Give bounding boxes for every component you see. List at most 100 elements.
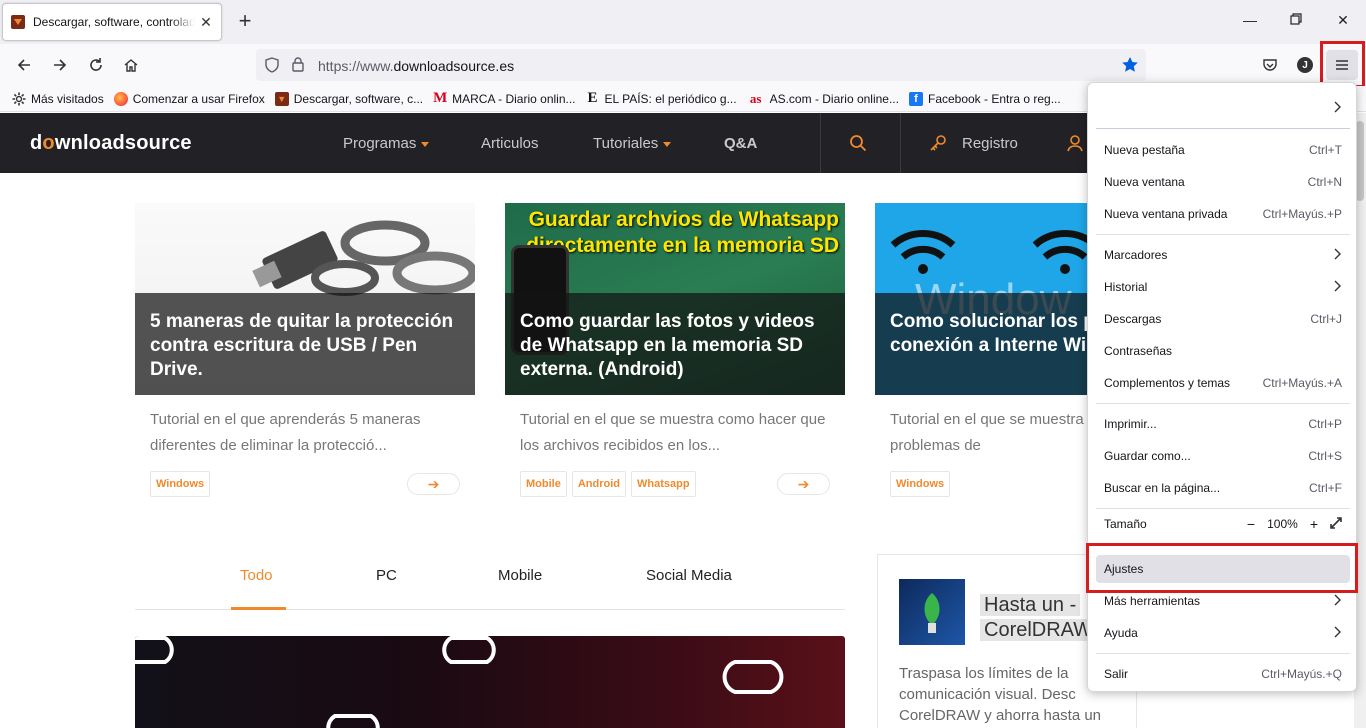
card-tags: Windows	[150, 471, 211, 497]
pocket-icon[interactable]	[1257, 52, 1283, 78]
zoom-level[interactable]: 100%	[1267, 517, 1298, 531]
nav-tutoriales[interactable]: Tutoriales	[593, 135, 672, 152]
tag-whatsapp[interactable]: Whatsapp	[631, 471, 696, 497]
active-tab-indicator	[231, 607, 286, 610]
tag-windows[interactable]: Windows	[150, 471, 211, 497]
menu-separator	[1096, 508, 1350, 509]
lock-icon[interactable]	[291, 56, 305, 75]
menu-separator	[1096, 234, 1350, 235]
article-card[interactable]: Guardar archvios de Whatsapp directament…	[505, 203, 845, 497]
menu-separator	[1096, 653, 1350, 654]
read-more-arrow-icon[interactable]: ➔	[407, 473, 460, 495]
nav-programas[interactable]: Programas	[343, 135, 430, 152]
chevron-right-icon	[1334, 626, 1342, 641]
close-window-icon[interactable]: ✕	[1333, 12, 1353, 32]
chevron-right-icon	[1334, 594, 1342, 609]
scrollbar-thumb[interactable]	[1356, 121, 1364, 201]
back-icon[interactable]	[11, 52, 37, 78]
fullscreen-icon[interactable]	[1330, 516, 1342, 532]
menu-item-contrasenas[interactable]: Contraseñas	[1096, 337, 1350, 365]
navigation-toolbar: https://www.downloadsource.es J	[0, 44, 1366, 86]
bookmark-item[interactable]: E EL PAÍS: el periódico g...	[586, 90, 737, 106]
new-tab-button[interactable]: +	[233, 10, 257, 34]
bookmark-item[interactable]: as AS.com - Diario online...	[747, 90, 899, 106]
tab-bar: Descargar, software, controladores ✕ + —…	[0, 0, 1366, 44]
site-logo[interactable]: downloadsource	[30, 132, 192, 155]
card-title[interactable]: Como guardar las fotos y videos de Whats…	[520, 310, 830, 382]
menu-item-descargas[interactable]: Descargas Ctrl+J	[1096, 305, 1350, 333]
elpais-icon: E	[587, 90, 598, 106]
menu-item-salir[interactable]: Salir Ctrl+Mayús.+Q	[1096, 660, 1350, 688]
tab-title: Descargar, software, controladores	[33, 15, 195, 29]
tab-mobile[interactable]: Mobile	[498, 567, 542, 584]
menu-item-imprimir[interactable]: Imprimir... Ctrl+P	[1096, 410, 1350, 438]
menu-item-marcadores[interactable]: Marcadores	[1096, 241, 1350, 269]
bookmark-item[interactable]: ▼ Descargar, software, c...	[274, 91, 423, 106]
tab-todo[interactable]: Todo	[240, 567, 273, 584]
menu-item-nueva-ventana-privada[interactable]: Nueva ventana privada Ctrl+Mayús.+P	[1096, 200, 1350, 228]
card-title-overlay: Como guardar las fotos y videos de Whats…	[505, 293, 845, 395]
as-icon: as	[749, 90, 762, 106]
tag-android[interactable]: Android	[571, 471, 627, 497]
key-icon	[929, 134, 947, 155]
menu-item-historial[interactable]: Historial	[1096, 273, 1350, 301]
bookmark-item[interactable]: Comenzar a usar Firefox	[113, 91, 265, 106]
minimize-icon[interactable]: —	[1240, 12, 1260, 32]
reload-icon[interactable]	[83, 52, 109, 78]
chevron-right-icon	[1334, 248, 1342, 263]
firefox-icon	[113, 91, 128, 106]
user-icon[interactable]	[1066, 134, 1084, 155]
tag-mobile[interactable]: Mobile	[520, 471, 567, 497]
search-icon[interactable]	[849, 134, 867, 155]
card-title-overlay: 5 maneras de quitar la protección contra…	[135, 293, 475, 395]
menu-item-nueva-ventana[interactable]: Nueva ventana Ctrl+N	[1096, 168, 1350, 196]
read-more-arrow-icon[interactable]: ➔	[777, 473, 830, 495]
chevron-right-icon	[1334, 101, 1342, 116]
tab-close-icon[interactable]: ✕	[199, 15, 213, 29]
restore-icon[interactable]	[1286, 12, 1306, 32]
zoom-out-button[interactable]: −	[1247, 516, 1255, 532]
forward-icon[interactable]	[47, 52, 73, 78]
menu-item-guardar-como[interactable]: Guardar como... Ctrl+S	[1096, 442, 1350, 470]
menu-separator	[1096, 403, 1350, 404]
bookmark-item[interactable]: Más visitados	[12, 92, 104, 106]
menu-item-ayuda[interactable]: Ayuda	[1096, 619, 1350, 647]
tracking-shield-icon[interactable]	[264, 57, 280, 76]
tab-pc[interactable]: PC	[376, 567, 397, 584]
header-divider	[820, 113, 821, 173]
site-favicon-icon	[11, 15, 25, 29]
product-thumbnail	[899, 579, 965, 645]
menu-item-buscar[interactable]: Buscar en la página... Ctrl+F	[1096, 474, 1350, 502]
account-row[interactable]	[1096, 94, 1350, 122]
bookmark-item[interactable]: M MARCA - Diario onlin...	[433, 90, 575, 106]
zoom-in-button[interactable]: +	[1310, 516, 1318, 532]
menu-separator	[1096, 128, 1350, 129]
highlight-outline-menu-button	[1320, 41, 1365, 88]
home-icon[interactable]	[118, 52, 144, 78]
featured-article-image[interactable]	[135, 636, 845, 728]
bookmark-item[interactable]: f Facebook - Entra o reg...	[908, 91, 1061, 106]
register-link[interactable]: Registro	[962, 135, 1018, 152]
menu-item-nueva-pestana[interactable]: Nueva pestaña Ctrl+T	[1096, 136, 1350, 164]
browser-tab[interactable]: Descargar, software, controladores ✕	[2, 3, 222, 41]
gamepad-icon	[135, 636, 784, 728]
address-bar[interactable]: https://www.downloadsource.es	[256, 49, 1146, 81]
article-card[interactable]: 5 maneras de quitar la protección contra…	[135, 203, 475, 497]
card-description: Tutorial en el que se muestra como hacer…	[520, 411, 826, 454]
zoom-controls: − 100% +	[1247, 516, 1342, 532]
gear-icon	[12, 92, 26, 106]
nav-articulos[interactable]: Articulos	[481, 135, 539, 152]
header-divider	[900, 113, 901, 173]
chevron-right-icon	[1334, 280, 1342, 295]
card-tags: Windows	[890, 471, 951, 497]
account-avatar[interactable]: J	[1292, 52, 1318, 78]
bookmark-star-icon[interactable]	[1121, 56, 1139, 77]
ad-title[interactable]: Hasta un - CorelDRAW	[980, 593, 1097, 643]
tab-social-media[interactable]: Social Media	[646, 567, 732, 584]
menu-item-complementos[interactable]: Complementos y temas Ctrl+Mayús.+A	[1096, 369, 1350, 397]
card-title[interactable]: 5 maneras de quitar la protección contra…	[150, 310, 460, 382]
marca-icon: M	[433, 90, 448, 106]
nav-qa[interactable]: Q&A	[724, 135, 757, 152]
app-menu-panel: Nueva pestaña Ctrl+T Nueva ventana Ctrl+N …	[1087, 82, 1357, 692]
tag-windows[interactable]: Windows	[890, 471, 951, 497]
